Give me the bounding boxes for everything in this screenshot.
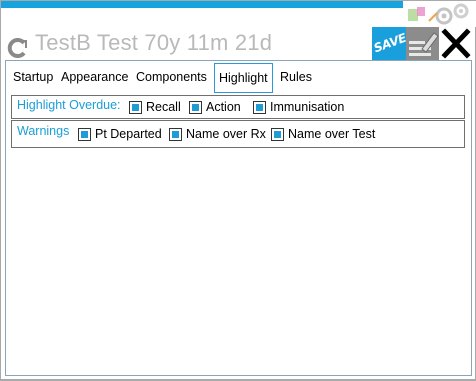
immunisation-checkbox[interactable]: Immunisation [253,100,344,114]
pt-departed-check-box [78,127,91,141]
tab-startup[interactable]: Startup [13,64,53,90]
close-button[interactable] [439,27,473,60]
tab-highlight[interactable]: Highlight [214,63,273,93]
save-button-label: SAVE [372,30,406,56]
name-over-test-check-box [271,127,284,141]
highlight-overdue-label: Highlight Overdue: [17,98,121,112]
window-title: TestB Test 70y 11m 21d [35,30,273,55]
save-button[interactable]: SAVE [372,27,406,60]
name-over-rx-check-box [169,127,182,141]
immunisation-check-box [253,100,266,114]
edit-button[interactable] [406,27,440,60]
warnings-label: Warnings [17,124,70,138]
settings-tab-panel: Startup Appearance Components Highlight … [5,60,472,376]
edit-icon [409,32,439,56]
corner-decoration-icon [403,1,476,27]
name-over-rx-checkbox[interactable]: Name over Rx [169,127,266,141]
name-over-test-checkbox[interactable]: Name over Test [271,127,375,141]
tab-rules[interactable]: Rules [280,64,312,90]
name-over-test-checkbox-label: Name over Test [288,127,376,141]
app-logo-icon [7,38,27,58]
tab-strip: Startup Appearance Components Highlight … [6,61,471,93]
pt-departed-checkbox[interactable]: Pt Departed [78,127,162,141]
recall-checkbox-label: Recall [146,100,181,114]
action-checkbox-label: Action [206,100,241,114]
highlight-overdue-group: Highlight Overdue: Recall Action Immunis… [11,95,465,119]
action-check-box [189,100,202,114]
action-checkbox[interactable]: Action [189,100,241,114]
close-icon [441,28,471,59]
pt-departed-checkbox-label: Pt Departed [95,127,162,141]
settings-window: TestB Test 70y 11m 21d SAVE Startup Appe… [0,0,476,381]
immunisation-checkbox-label: Immunisation [270,100,345,114]
highlight-tab-content: Highlight Overdue: Recall Action Immunis… [11,94,465,368]
name-over-rx-checkbox-label: Name over Rx [186,127,266,141]
tab-appearance[interactable]: Appearance [61,64,128,90]
title-accent-bar [1,1,407,8]
tab-components[interactable]: Components [136,64,207,90]
recall-checkbox[interactable]: Recall [129,100,181,114]
warnings-group: Warnings Pt Departed Name over Rx Name o… [11,120,465,148]
recall-check-box [129,100,142,114]
